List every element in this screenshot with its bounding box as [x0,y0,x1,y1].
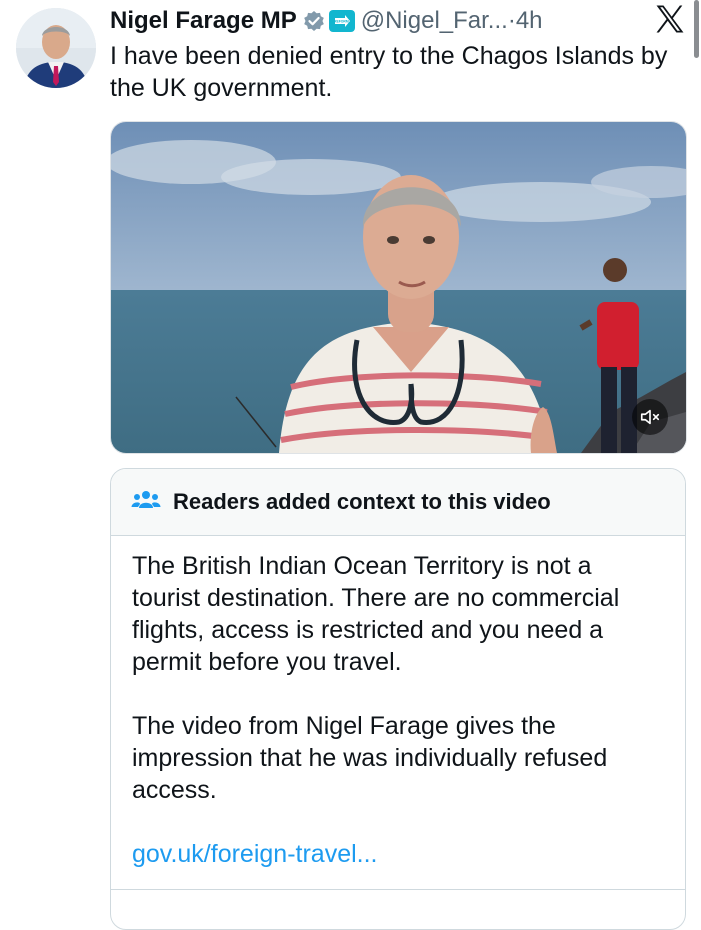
community-note-paragraph-1: The British Indian Ocean Territory is no… [132,552,620,676]
timestamp[interactable]: 4h [516,7,543,34]
community-note-body: The British Indian Ocean Territory is no… [111,536,685,870]
reform-uk-badge-icon[interactable]: REFORM [328,10,355,32]
video-player[interactable] [110,121,687,454]
avatar[interactable] [16,8,96,88]
x-logo-icon[interactable] [653,2,687,36]
community-note[interactable]: Readers added context to this video The … [110,468,686,930]
community-note-title: Readers added context to this video [173,489,551,514]
people-group-icon [131,487,161,518]
community-note-paragraph-2: The video from Nigel Farage gives the im… [132,712,608,804]
divider [111,889,685,890]
speaker-muted-icon[interactable] [632,399,668,435]
display-name[interactable]: Nigel Farage MP [110,7,297,35]
tweet-text: I have been denied entry to the Chagos I… [110,42,668,102]
community-note-source-link[interactable]: gov.uk/foreign-travel... [132,840,377,868]
avatar-photo [16,8,96,88]
handle[interactable]: @Nigel_Far...·4h [361,7,543,35]
verified-badge-icon[interactable] [303,10,325,32]
tweet-header: Nigel Farage MP REFORM @Nigel_Far...·4h [110,4,691,38]
separator: · [507,7,516,34]
svg-text:REFORM: REFORM [334,20,349,24]
video-frame [111,122,686,453]
community-note-header: Readers added context to this video [111,469,685,536]
scrollbar[interactable] [694,0,699,58]
